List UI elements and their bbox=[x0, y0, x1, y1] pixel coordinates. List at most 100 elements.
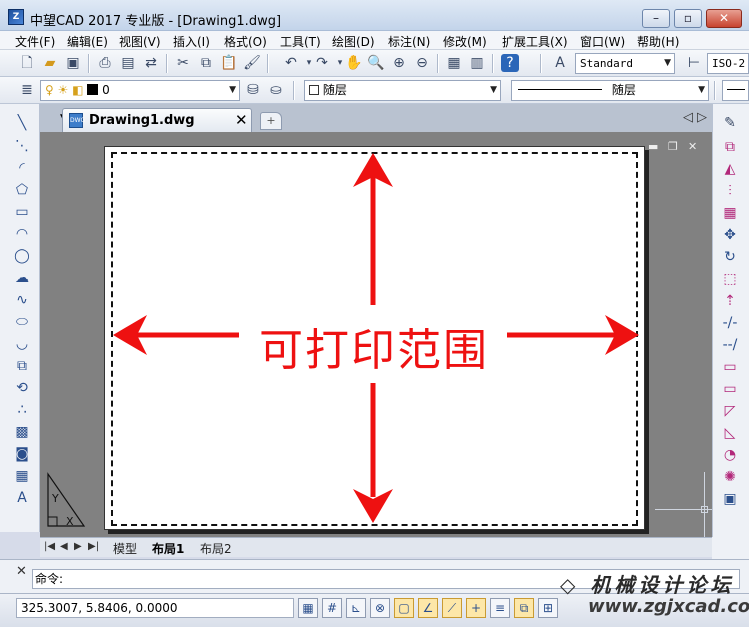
tab-layout2[interactable]: 布局2 bbox=[200, 540, 232, 557]
lineweight-icon[interactable]: ≡ bbox=[490, 598, 510, 618]
layout-canvas[interactable]: 可打印范围 ▬ ❐ ✕ X Y bbox=[40, 132, 712, 537]
first-layout-icon[interactable]: |◀ bbox=[44, 541, 55, 552]
menu-help[interactable]: 帮助(H) bbox=[637, 33, 679, 50]
viewport-minimize-icon[interactable]: ▬ bbox=[648, 140, 658, 153]
last-layout-icon[interactable]: ▶| bbox=[88, 541, 99, 552]
properties-icon[interactable]: ▣ bbox=[721, 490, 739, 508]
redo-icon[interactable]: ↷ bbox=[313, 54, 331, 72]
line-icon[interactable]: ╲ bbox=[13, 114, 31, 132]
mtext-icon[interactable]: A bbox=[13, 489, 31, 507]
copy-icon[interactable]: ⧉ bbox=[721, 138, 739, 156]
menu-dimension[interactable]: 标注(N) bbox=[388, 33, 430, 50]
print-icon[interactable]: ⎙ bbox=[96, 54, 114, 72]
explode2-icon[interactable]: ✺ bbox=[721, 468, 739, 486]
region-icon[interactable]: ◙ bbox=[13, 445, 31, 463]
tab-scroll-left-icon[interactable]: ◁ bbox=[683, 110, 693, 125]
trim-icon[interactable]: -/- bbox=[721, 314, 739, 332]
insert-block-icon[interactable]: ⧉ bbox=[13, 357, 31, 375]
dim-style-select[interactable]: ISO-2 bbox=[707, 53, 749, 74]
ellipse-arc-icon[interactable]: ◡ bbox=[13, 335, 31, 353]
pan-icon[interactable]: ✋ bbox=[345, 54, 363, 72]
stretch-icon[interactable]: ⇡ bbox=[721, 292, 739, 310]
next-layout-icon[interactable]: ▶ bbox=[74, 541, 82, 552]
arc-icon[interactable]: ◜ bbox=[13, 159, 31, 177]
selection-cycling-icon[interactable]: ⊞ bbox=[538, 598, 558, 618]
close-button[interactable]: ✕ bbox=[706, 9, 742, 28]
viewport-close-icon[interactable]: ✕ bbox=[688, 140, 697, 153]
paste-icon[interactable]: 📋 bbox=[220, 54, 238, 72]
erase-icon[interactable]: ✎ bbox=[721, 114, 739, 132]
snap-grid-icon[interactable]: ▦ bbox=[298, 598, 318, 618]
rotate-icon[interactable]: ↻ bbox=[721, 248, 739, 266]
publish-icon[interactable]: ⇄ bbox=[142, 54, 160, 72]
lineweight-select[interactable] bbox=[722, 80, 749, 101]
transparency-icon[interactable]: ⧉ bbox=[514, 598, 534, 618]
polar-tracking-icon[interactable]: ⊗ bbox=[370, 598, 390, 618]
move-icon[interactable]: ✥ bbox=[721, 226, 739, 244]
extend-icon[interactable]: --/ bbox=[721, 336, 739, 354]
copy-icon[interactable]: ⧉ bbox=[197, 54, 215, 72]
menu-modify[interactable]: 修改(M) bbox=[443, 33, 487, 50]
color-select[interactable]: 随层 ▼ bbox=[304, 80, 501, 101]
print-preview-icon[interactable]: ▤ bbox=[119, 54, 137, 72]
mirror-icon[interactable]: ◭ bbox=[721, 160, 739, 178]
polygon-icon[interactable]: ⬠ bbox=[13, 181, 31, 199]
fillet-icon[interactable]: ◺ bbox=[721, 424, 739, 442]
rectangle-icon[interactable]: ▭ bbox=[13, 203, 31, 221]
menu-extended-tools[interactable]: 扩展工具(X) bbox=[502, 33, 568, 50]
circle-icon[interactable]: ◯ bbox=[13, 247, 31, 265]
break-icon[interactable]: ▭ bbox=[721, 358, 739, 376]
tab-scroll-right-icon[interactable]: ▷ bbox=[697, 110, 707, 125]
spline-icon[interactable]: ∿ bbox=[13, 291, 31, 309]
tab-model[interactable]: 模型 bbox=[113, 540, 137, 557]
linetype-select[interactable]: 随层 ▼ bbox=[511, 80, 709, 101]
polyline-icon[interactable]: ⋱ bbox=[13, 137, 31, 155]
layer-select[interactable]: ♀ ☀ ◧ 0 ▼ bbox=[40, 80, 240, 101]
help-icon[interactable]: ? bbox=[501, 54, 519, 72]
zoom-window-icon[interactable]: ⊕ bbox=[390, 54, 408, 72]
layer-manager-icon[interactable]: ≣ bbox=[18, 81, 36, 99]
close-icon[interactable]: ✕ bbox=[235, 111, 248, 129]
tab-layout1[interactable]: 布局1 bbox=[152, 540, 184, 557]
explode-icon[interactable]: ◔ bbox=[721, 446, 739, 464]
new-file-icon[interactable]: 🗋 bbox=[18, 54, 36, 72]
object-snap-tracking-icon[interactable]: ∠ bbox=[418, 598, 438, 618]
table-icon[interactable]: ▦ bbox=[13, 467, 31, 485]
menu-insert[interactable]: 插入(I) bbox=[173, 33, 210, 50]
join-icon[interactable]: ▭ bbox=[721, 380, 739, 398]
new-tab-button[interactable]: + bbox=[260, 112, 282, 130]
open-file-icon[interactable]: ▰ bbox=[41, 54, 59, 72]
dim-style-icon[interactable]: ⊢ bbox=[685, 54, 703, 72]
zoom-previous-icon[interactable]: ⊖ bbox=[413, 54, 431, 72]
cut-icon[interactable]: ✂ bbox=[174, 54, 192, 72]
cloud-icon[interactable]: ☁ bbox=[13, 269, 31, 287]
make-block-icon[interactable]: ⟲ bbox=[13, 379, 31, 397]
minimize-button[interactable]: – bbox=[642, 9, 670, 28]
menu-edit[interactable]: 编辑(E) bbox=[67, 33, 108, 50]
menu-tools[interactable]: 工具(T) bbox=[280, 33, 321, 50]
object-snap-icon[interactable]: ▢ bbox=[394, 598, 414, 618]
dynamic-ucs-icon[interactable]: ⟋ bbox=[442, 598, 462, 618]
point-icon[interactable]: ∴ bbox=[13, 401, 31, 419]
chamfer-icon[interactable]: ◸ bbox=[721, 402, 739, 420]
menu-view[interactable]: 视图(V) bbox=[119, 33, 161, 50]
dynamic-input-icon[interactable]: + bbox=[466, 598, 486, 618]
menu-window[interactable]: 窗口(W) bbox=[580, 33, 625, 50]
text-style-icon[interactable]: A bbox=[551, 54, 569, 72]
offset-icon[interactable]: ⫶ bbox=[721, 182, 739, 200]
tab-drawing1[interactable]: DWG Drawing1.dwg ✕ bbox=[62, 108, 252, 132]
calculator-icon[interactable]: ▦ bbox=[445, 54, 463, 72]
menu-draw[interactable]: 绘图(D) bbox=[332, 33, 375, 50]
match-properties-icon[interactable]: 🖌 bbox=[243, 54, 261, 72]
maximize-button[interactable]: ▫ bbox=[674, 9, 702, 28]
text-style-select[interactable]: Standard ▼ bbox=[575, 53, 675, 74]
menu-format[interactable]: 格式(O) bbox=[224, 33, 267, 50]
array-icon[interactable]: ▦ bbox=[721, 204, 739, 222]
undo-icon[interactable]: ↶ bbox=[282, 54, 300, 72]
layer-previous-icon[interactable]: ⛀ bbox=[267, 81, 285, 99]
viewport-restore-icon[interactable]: ❐ bbox=[668, 140, 678, 153]
zoom-realtime-icon[interactable]: 🔍 bbox=[367, 54, 385, 72]
save-icon[interactable]: ▣ bbox=[64, 54, 82, 72]
scale-icon[interactable]: ⬚ bbox=[721, 270, 739, 288]
grid-display-icon[interactable]: # bbox=[322, 598, 342, 618]
